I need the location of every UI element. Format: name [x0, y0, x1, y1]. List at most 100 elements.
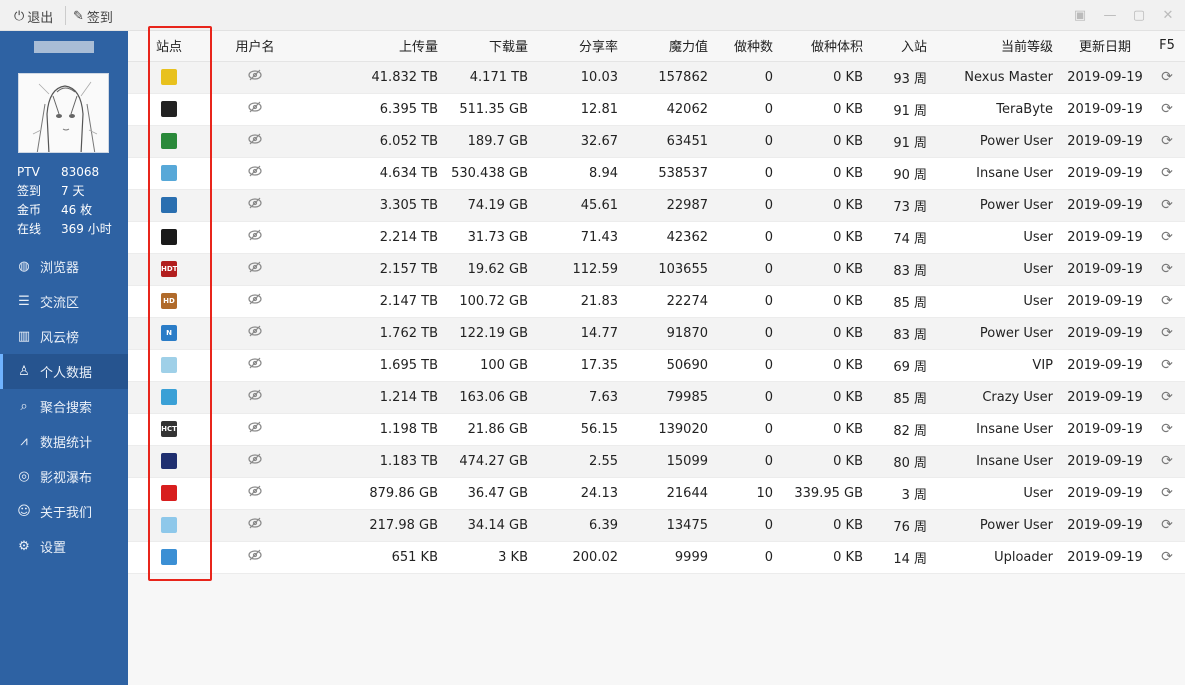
- site-icon-1[interactable]: [161, 69, 177, 85]
- table-row[interactable]: 651 KB 3 KB 200.02 9999 0 0 KB 14 周 Uploader 201…: [128, 541, 1185, 574]
- col-upload[interactable]: 上传量: [300, 31, 446, 62]
- cell-username[interactable]: [210, 157, 300, 190]
- cell-username[interactable]: [210, 221, 300, 254]
- col-site[interactable]: 站点: [128, 31, 210, 62]
- eye-hidden-icon[interactable]: [248, 261, 262, 277]
- cell-refresh[interactable]: ⟳: [1149, 349, 1185, 382]
- eye-hidden-icon[interactable]: [248, 69, 262, 85]
- site-icon-8[interactable]: HD: [161, 293, 177, 309]
- cell-site[interactable]: [128, 93, 210, 126]
- cell-site[interactable]: [128, 157, 210, 190]
- col-level[interactable]: 当前等级: [935, 31, 1061, 62]
- cell-refresh[interactable]: ⟳: [1149, 61, 1185, 94]
- cell-username[interactable]: [210, 253, 300, 286]
- avatar[interactable]: [18, 73, 109, 153]
- table-row[interactable]: 4.634 TB 530.438 GB 8.94 538537 0 0 KB 90 周 Ins…: [128, 157, 1185, 190]
- refresh-icon[interactable]: ⟳: [1161, 325, 1173, 341]
- sidebar-item-personal-data[interactable]: ♙ 个人数据: [0, 354, 128, 389]
- cell-username[interactable]: [210, 317, 300, 350]
- eye-hidden-icon[interactable]: [248, 357, 262, 373]
- site-icon-6[interactable]: [161, 229, 177, 245]
- site-icon-9[interactable]: N: [161, 325, 177, 341]
- refresh-icon[interactable]: ⟳: [1161, 165, 1173, 181]
- table-row[interactable]: 3.305 TB 74.19 GB 45.61 22987 0 0 KB 73 周 Power…: [128, 189, 1185, 222]
- eye-hidden-icon[interactable]: [248, 101, 262, 117]
- cell-site[interactable]: [128, 477, 210, 510]
- eye-hidden-icon[interactable]: [248, 421, 262, 437]
- skin-icon[interactable]: ▣: [1072, 7, 1088, 23]
- close-icon[interactable]: ✕: [1160, 7, 1176, 23]
- table-row[interactable]: 6.052 TB 189.7 GB 32.67 63451 0 0 KB 91 周 Power…: [128, 125, 1185, 158]
- eye-hidden-icon[interactable]: [248, 165, 262, 181]
- cell-site[interactable]: [128, 381, 210, 414]
- cell-site[interactable]: HD: [128, 285, 210, 318]
- col-username[interactable]: 用户名: [210, 31, 300, 62]
- table-row[interactable]: 1.183 TB 474.27 GB 2.55 15099 0 0 KB 80 周 Insan…: [128, 445, 1185, 478]
- refresh-icon[interactable]: ⟳: [1161, 549, 1173, 565]
- sidebar-item-search[interactable]: ⌕ 聚合搜索: [0, 389, 128, 424]
- sidebar-item-forum[interactable]: ☰ 交流区: [0, 284, 128, 319]
- eye-hidden-icon[interactable]: [248, 453, 262, 469]
- table-row[interactable]: 2.214 TB 31.73 GB 71.43 42362 0 0 KB 74 周 User 2…: [128, 221, 1185, 254]
- site-icon-13[interactable]: [161, 453, 177, 469]
- cell-username[interactable]: [210, 189, 300, 222]
- table-row[interactable]: 217.98 GB 34.14 GB 6.39 13475 0 0 KB 76 周 Power…: [128, 509, 1185, 542]
- site-icon-4[interactable]: [161, 165, 177, 181]
- refresh-icon[interactable]: ⟳: [1161, 517, 1173, 533]
- col-joined[interactable]: 入站: [871, 31, 935, 62]
- checkin-button[interactable]: ✎ 签到: [73, 6, 113, 26]
- cell-site[interactable]: [128, 125, 210, 158]
- refresh-icon[interactable]: ⟳: [1161, 421, 1173, 437]
- eye-hidden-icon[interactable]: [248, 517, 262, 533]
- cell-site[interactable]: [128, 61, 210, 94]
- col-seeding[interactable]: 做种数: [716, 31, 781, 62]
- cell-site[interactable]: [128, 445, 210, 478]
- table-row[interactable]: HDT 2.157 TB 19.62 GB 112.59 103655 0 0 KB 83 周…: [128, 253, 1185, 286]
- table-row[interactable]: 879.86 GB 36.47 GB 24.13 21644 10 339.95 GB 3 …: [128, 477, 1185, 510]
- site-icon-10[interactable]: [161, 357, 177, 373]
- refresh-icon[interactable]: ⟳: [1161, 485, 1173, 501]
- refresh-icon[interactable]: ⟳: [1161, 229, 1173, 245]
- sidebar-item-movies[interactable]: ◎ 影视瀑布: [0, 459, 128, 494]
- col-date[interactable]: 更新日期: [1061, 31, 1149, 62]
- eye-hidden-icon[interactable]: [248, 197, 262, 213]
- cell-refresh[interactable]: ⟳: [1149, 93, 1185, 126]
- refresh-icon[interactable]: ⟳: [1161, 357, 1173, 373]
- table-row[interactable]: 41.832 TB 4.171 TB 10.03 157862 0 0 KB 93 周 Nex…: [128, 61, 1185, 94]
- cell-username[interactable]: [210, 381, 300, 414]
- cell-site[interactable]: HCT: [128, 413, 210, 446]
- eye-hidden-icon[interactable]: [248, 389, 262, 405]
- eye-hidden-icon[interactable]: [248, 549, 262, 565]
- cell-username[interactable]: [210, 285, 300, 318]
- cell-refresh[interactable]: ⟳: [1149, 157, 1185, 190]
- cell-site[interactable]: [128, 189, 210, 222]
- cell-refresh[interactable]: ⟳: [1149, 221, 1185, 254]
- cell-username[interactable]: [210, 61, 300, 94]
- eye-hidden-icon[interactable]: [248, 485, 262, 501]
- col-bonus[interactable]: 魔力值: [626, 31, 716, 62]
- sidebar-item-settings[interactable]: ⚙ 设置: [0, 529, 128, 564]
- cell-username[interactable]: [210, 509, 300, 542]
- site-icon-5[interactable]: [161, 197, 177, 213]
- cell-username[interactable]: [210, 349, 300, 382]
- eye-hidden-icon[interactable]: [248, 325, 262, 341]
- eye-hidden-icon[interactable]: [248, 133, 262, 149]
- cell-site[interactable]: [128, 349, 210, 382]
- sidebar-item-browser[interactable]: ◍ 浏览器: [0, 249, 128, 284]
- site-icon-16[interactable]: [161, 549, 177, 565]
- cell-site[interactable]: HDT: [128, 253, 210, 286]
- table-row[interactable]: HCT 1.198 TB 21.86 GB 56.15 139020 0 0 KB 82 周I…: [128, 413, 1185, 446]
- table-row[interactable]: 1.695 TB 100 GB 17.35 50690 0 0 KB 69 周 VIP 2019…: [128, 349, 1185, 382]
- cell-username[interactable]: [210, 125, 300, 158]
- site-icon-14[interactable]: [161, 485, 177, 501]
- table-row[interactable]: 6.395 TB 511.35 GB 12.81 42062 0 0 KB 91 周 Tera…: [128, 93, 1185, 126]
- table-row[interactable]: 1.214 TB 163.06 GB 7.63 79985 0 0 KB 85 周 Crazy…: [128, 381, 1185, 414]
- site-icon-11[interactable]: [161, 389, 177, 405]
- refresh-icon[interactable]: ⟳: [1161, 133, 1173, 149]
- site-icon-2[interactable]: [161, 101, 177, 117]
- refresh-icon[interactable]: ⟳: [1161, 453, 1173, 469]
- refresh-icon[interactable]: ⟳: [1161, 101, 1173, 117]
- table-row[interactable]: HD 2.147 TB 100.72 GB 21.83 22274 0 0 KB 85 周 Us…: [128, 285, 1185, 318]
- col-download[interactable]: 下载量: [446, 31, 536, 62]
- cell-refresh[interactable]: ⟳: [1149, 381, 1185, 414]
